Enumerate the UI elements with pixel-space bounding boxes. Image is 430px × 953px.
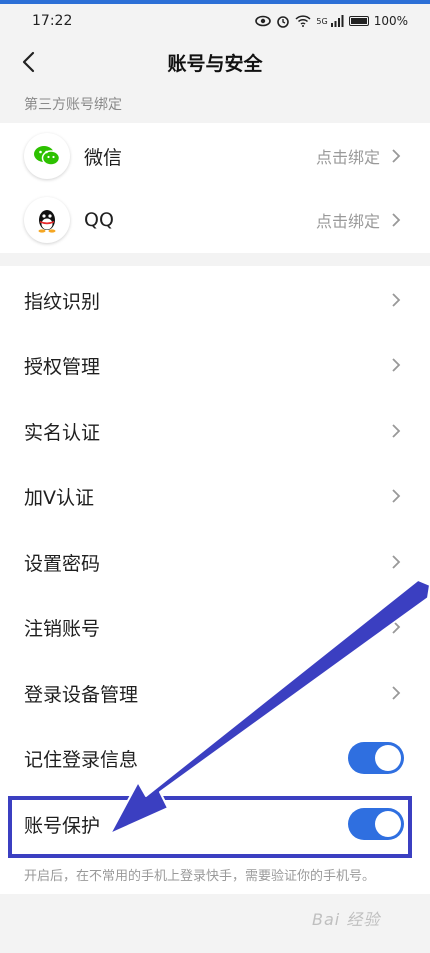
settings-item-label: 实名认证: [24, 421, 101, 444]
toggle-knob: [375, 745, 401, 771]
qq-icon: [24, 197, 70, 243]
battery-icon: [348, 16, 369, 26]
chevron-right-icon: [386, 683, 406, 703]
eye-icon: [255, 15, 272, 27]
settings-item-password[interactable]: 设置密码: [0, 530, 430, 594]
third-party-card: 微信 点击绑定 QQ 点击绑定: [0, 123, 430, 253]
status-icons: 5G 100%: [255, 14, 408, 28]
settings-item-label: 授权管理: [24, 355, 101, 378]
wifi-icon: [295, 15, 311, 27]
toggle-knob: [375, 811, 401, 837]
alarm-icon: [277, 16, 290, 28]
page-title: 账号与安全: [167, 52, 263, 75]
chevron-left-icon: [22, 51, 35, 73]
chevron-right-icon: [386, 210, 406, 230]
section-header-third-party: 第三方账号绑定: [24, 97, 122, 113]
chevron-right-icon: [386, 486, 406, 506]
settings-item-account-protection: 账号保护: [0, 792, 430, 856]
qq-action: 点击绑定: [316, 208, 406, 232]
settings-item-fingerprint[interactable]: 指纹识别: [0, 268, 430, 332]
chevron-right-icon: [386, 355, 406, 375]
status-bar: 17:22 5G 100%: [0, 4, 430, 38]
account-protection-toggle[interactable]: [348, 808, 404, 840]
chevron-right-icon: [386, 421, 406, 441]
battery-level: 100%: [373, 14, 408, 28]
settings-item-authorization[interactable]: 授权管理: [0, 333, 430, 397]
list-item-wechat[interactable]: 微信 点击绑定: [0, 124, 430, 188]
bind-text: 点击绑定: [315, 148, 380, 167]
nav-bar: 账号与安全: [0, 38, 430, 86]
wechat-action: 点击绑定: [316, 144, 406, 168]
chevron-right-icon: [386, 290, 406, 310]
watermark: Bai 经验: [312, 910, 381, 929]
settings-item-devices[interactable]: 登录设备管理: [0, 661, 430, 725]
settings-item-label: 注销账号: [24, 617, 101, 640]
settings-card: 指纹识别 授权管理 实名认证 加V认证 设置密码 注销账号 登录设备管理 记住登…: [0, 266, 430, 894]
settings-item-remember-login: 记住登录信息: [0, 726, 430, 790]
bind-text: 点击绑定: [315, 212, 380, 231]
signal-icon: [330, 15, 344, 27]
wechat-icon: [24, 133, 70, 179]
settings-item-label: 登录设备管理: [24, 683, 139, 706]
settings-item-label: 设置密码: [24, 552, 101, 575]
qq-label: QQ: [84, 209, 114, 231]
list-item-qq[interactable]: QQ 点击绑定: [0, 188, 430, 252]
chevron-right-icon: [386, 552, 406, 572]
settings-item-verified[interactable]: 加V认证: [0, 464, 430, 528]
settings-item-label: 账号保护: [24, 814, 101, 837]
status-time: 17:22: [32, 13, 73, 29]
remember-login-toggle[interactable]: [348, 742, 404, 774]
settings-item-label: 加V认证: [24, 486, 94, 509]
chevron-right-icon: [386, 617, 406, 637]
network-label: 5G: [316, 16, 328, 26]
settings-item-label: 记住登录信息: [24, 748, 139, 771]
account-protection-note: 开启后，在不常用的手机上登录快手，需要验证你的手机号。: [24, 869, 376, 884]
settings-item-delete-account[interactable]: 注销账号: [0, 595, 430, 659]
chevron-right-icon: [386, 146, 406, 166]
back-button[interactable]: [12, 46, 44, 78]
wechat-label: 微信: [84, 146, 123, 169]
settings-item-realname[interactable]: 实名认证: [0, 399, 430, 463]
settings-item-label: 指纹识别: [24, 290, 101, 313]
